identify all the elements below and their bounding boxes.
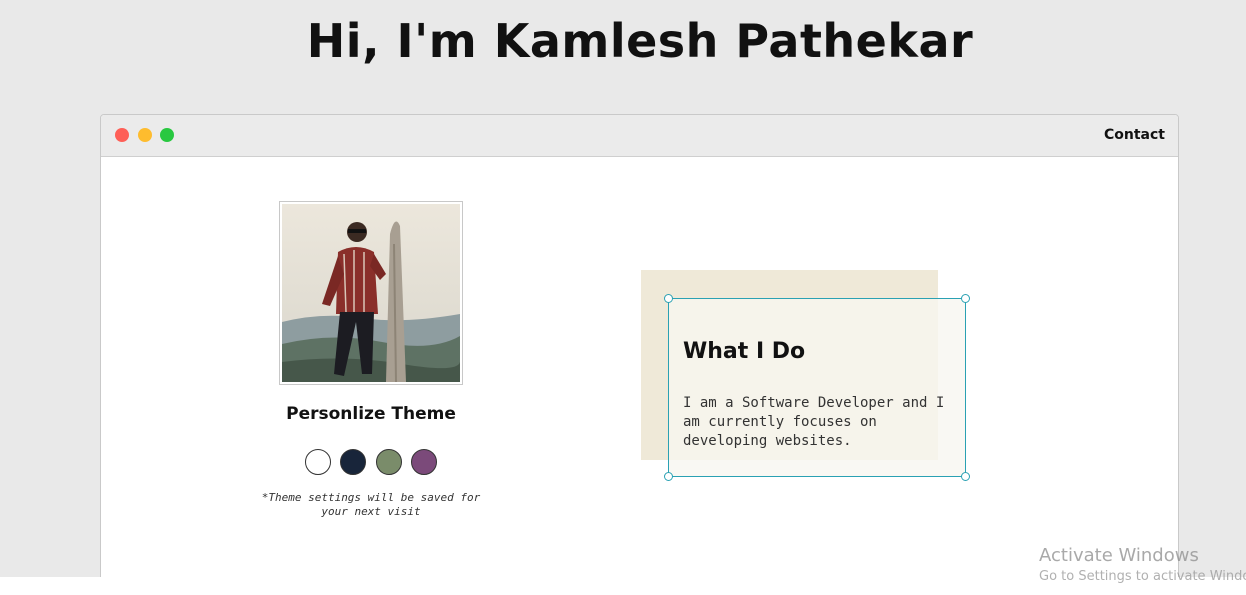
profile-photo (279, 201, 463, 385)
resize-handle-bottom-left[interactable] (664, 472, 673, 481)
resize-handle-top-left[interactable] (664, 294, 673, 303)
theme-swatch-sage[interactable] (376, 449, 402, 475)
theme-swatch-navy[interactable] (340, 449, 366, 475)
page-title: Hi, I'm Kamlesh Pathekar (306, 14, 974, 68)
contact-link[interactable]: Contact (1104, 127, 1165, 143)
browser-window: Contact Personlize Theme *Theme settings… (100, 114, 1179, 584)
activate-windows-watermark: Activate Windows Go to Settings to activ… (1039, 545, 1246, 584)
close-window-button[interactable] (115, 128, 129, 142)
card-description: I am a Software Developer and I am curre… (683, 395, 945, 449)
card-title: What I Do (683, 339, 806, 364)
theme-swatch-white[interactable] (305, 449, 331, 475)
theme-title: Personlize Theme (286, 404, 456, 424)
what-i-do-card[interactable]: What I Do I am a Software Developer and … (664, 294, 970, 481)
maximize-window-button[interactable] (160, 128, 174, 142)
resize-handle-top-right[interactable] (961, 294, 970, 303)
resize-handle-bottom-right[interactable] (961, 472, 970, 481)
minimize-window-button[interactable] (138, 128, 152, 142)
activate-windows-subtitle: Go to Settings to activate Windows. (1039, 569, 1246, 584)
window-titlebar: Contact (101, 115, 1178, 157)
theme-swatch-plum[interactable] (411, 449, 437, 475)
theme-note: *Theme settings will be saved for your n… (261, 491, 481, 518)
profile-photo-image (282, 204, 460, 382)
activate-windows-title: Activate Windows (1039, 545, 1199, 566)
